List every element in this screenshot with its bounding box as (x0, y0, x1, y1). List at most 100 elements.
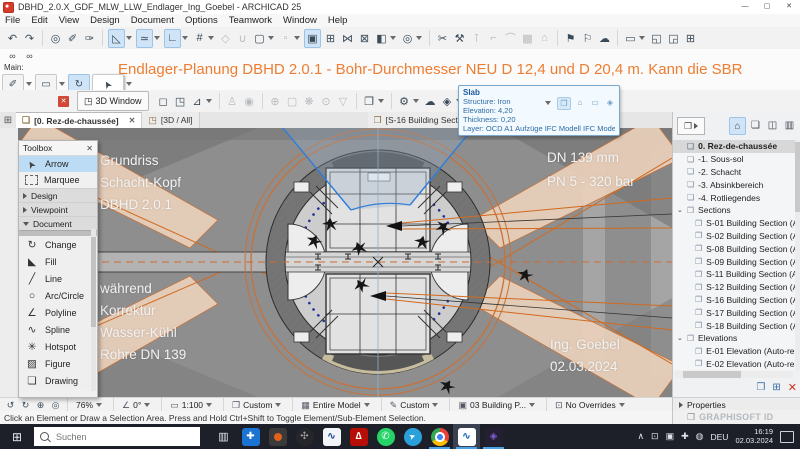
close-button[interactable]: ✕ (778, 0, 800, 14)
dropdown-caret-icon[interactable] (639, 36, 645, 40)
undo-icon[interactable]: ↶ (5, 30, 20, 47)
menu-help[interactable]: Help (328, 15, 348, 26)
section-item[interactable]: ❐S-02 Building Section (Auto- (673, 230, 795, 243)
lamp-icon[interactable]: ❋ (302, 93, 317, 110)
walk-person-icon[interactable]: ♙ (225, 93, 240, 110)
link-icon[interactable]: ∞ (5, 51, 20, 62)
dropdown-caret-icon[interactable] (208, 36, 214, 40)
settings-gear-icon[interactable]: ⚙ (397, 93, 412, 110)
dropdown-caret-icon[interactable] (294, 36, 300, 40)
flag-icon[interactable]: ⚑ (563, 30, 578, 47)
tool-fill[interactable]: ◣Fill (19, 253, 97, 270)
delete-icon[interactable]: ✕ (788, 381, 797, 394)
camera-icon[interactable]: ▢ (285, 93, 300, 110)
story-item[interactable]: ❏-2. Schacht (673, 166, 795, 179)
palette-close-icon[interactable]: ✕ (58, 96, 69, 107)
frame-icon[interactable]: ⊠ (357, 30, 372, 47)
tool-spline[interactable]: ∿Spline (19, 321, 97, 338)
menu-teamwork[interactable]: Teamwork (229, 15, 272, 26)
app-recorder[interactable] (264, 424, 291, 449)
sections-group[interactable]: ⌄❐Sections (673, 204, 795, 217)
publisher-icon[interactable]: ▥ (782, 117, 797, 133)
project-map-icon[interactable]: ⌂ (729, 117, 746, 135)
dropdown-caret-icon[interactable] (154, 36, 160, 40)
tool-polyline[interactable]: ∠Polyline (19, 304, 97, 321)
dropdown-caret-icon[interactable] (59, 82, 65, 86)
paste-story-icon[interactable]: ◲ (666, 30, 681, 47)
app-telegram[interactable]: ➤ (399, 424, 426, 449)
tool-hotspot[interactable]: ✳Hotspot (19, 338, 97, 355)
toolbox-scrollbar[interactable] (91, 229, 96, 391)
task-view-button[interactable]: ▥ (210, 424, 237, 449)
magnify-icon[interactable]: ◎ (49, 399, 62, 411)
dropdown-caret-icon[interactable] (26, 82, 32, 86)
cloud-teamwork-icon[interactable]: ☁ (597, 30, 612, 47)
properties-panel-header[interactable]: Properties (672, 397, 800, 411)
match-icon[interactable]: ⋈ (340, 30, 355, 47)
dropdown-caret-icon[interactable] (126, 36, 132, 40)
layout-book-icon[interactable]: ◫ (765, 117, 780, 133)
snap-grid-icon[interactable]: # (192, 30, 207, 47)
tab-close-icon[interactable]: ✕ (129, 116, 136, 125)
toolbox-section-document[interactable]: Document (19, 216, 97, 230)
tool-arrow[interactable]: ➤ Arrow (19, 156, 97, 172)
minimize-button[interactable]: — (734, 0, 756, 14)
dropdown-caret-icon[interactable] (378, 99, 384, 103)
menu-options[interactable]: Options (185, 15, 218, 26)
structure-display-control[interactable]: ▦Entire Model (297, 400, 376, 411)
app-curve[interactable]: ∿ (318, 424, 345, 449)
elevation-item[interactable]: ❐E-01 Elevation (Auto-rebuild (673, 345, 795, 358)
pet-palette-icon[interactable]: ❐ (557, 97, 571, 110)
layers-icon[interactable]: ❐ (362, 93, 377, 110)
cone-icon[interactable]: ▽ (336, 93, 351, 110)
syringe-icon[interactable]: ✑ (82, 30, 97, 47)
zoom-in-icon[interactable]: ↻ (19, 399, 32, 411)
zoom-level-control[interactable]: 76% (72, 400, 109, 410)
tab-floor-plan[interactable]: ❏ [0. Rez-de-chaussée] ✕ (16, 112, 142, 128)
menu-view[interactable]: View (59, 15, 79, 26)
elevations-group[interactable]: ⌄❐Elevations (673, 332, 795, 345)
cloud-download-icon[interactable]: ☁ (423, 93, 438, 110)
rotation-control[interactable]: ∠0° (118, 400, 157, 411)
navigator-hscrollbar[interactable] (675, 371, 793, 378)
language-indicator[interactable]: DEU (711, 432, 729, 442)
search-input[interactable] (54, 431, 168, 443)
axonometry-icon[interactable]: ⊿ (190, 93, 205, 110)
section-item[interactable]: ❐S-16 Building Section (Auto- (673, 294, 795, 307)
gravity-icon[interactable]: ◇ (218, 30, 233, 47)
tool-drawing[interactable]: ❏Drawing (19, 372, 97, 389)
story-item[interactable]: ❏0. Rez-de-chaussée (673, 140, 795, 153)
tab-overview-icon[interactable]: ⊞ (0, 112, 16, 128)
maximize-button[interactable]: ▢ (756, 0, 778, 14)
app-acrobat[interactable]: ∆ (345, 424, 372, 449)
menu-window[interactable]: Window (283, 15, 317, 26)
fillet-icon[interactable]: ⌒ (503, 30, 518, 47)
graphic-override-control[interactable]: ⊡No Overrides (551, 400, 632, 411)
tool-figure[interactable]: ▨Figure (19, 355, 97, 372)
copy-story-icon[interactable]: ◱ (649, 30, 664, 47)
layer-combination-control[interactable]: ❐Custom (228, 400, 288, 411)
toolbox-section-design[interactable]: Design (19, 188, 97, 202)
view-map-icon[interactable]: ❏ (748, 117, 763, 133)
rotated-grid-icon[interactable]: ▣ (304, 29, 321, 48)
notification-center-icon[interactable] (780, 431, 794, 443)
section-item[interactable]: ❐S-12 Building Section (Auto- (673, 281, 795, 294)
resize-icon[interactable]: ▩ (520, 30, 535, 47)
wall-reference-icon[interactable]: ▭ (623, 30, 638, 47)
corner-icon[interactable]: ⌐ (486, 30, 501, 47)
eye-icon[interactable]: ◉ (242, 93, 257, 110)
app-archicad[interactable]: ∿ (453, 424, 480, 449)
zoom-pick-icon[interactable]: ◎ (48, 30, 63, 47)
magnet-icon[interactable]: ∪ (235, 30, 250, 47)
clock[interactable]: 16:19 02.03.2024 (735, 428, 773, 445)
cube-3d-icon[interactable]: ◳ (173, 93, 188, 110)
app-medkit[interactable]: ✚ (237, 424, 264, 449)
drawing-canvas[interactable]: Grundriss Schacht-Kopf DBHD 2.0.1 währen… (18, 128, 672, 397)
section-item[interactable]: ❐S-17 Building Section (Auto- (673, 306, 795, 319)
app-chrome[interactable] (426, 424, 453, 449)
eyedropper-icon[interactable]: ✐ (65, 30, 80, 47)
app-purple[interactable]: ◈ (480, 424, 507, 449)
dropdown-caret-icon[interactable] (268, 36, 274, 40)
zoom-out-icon[interactable]: ↺ (4, 399, 17, 411)
dropdown-caret-icon[interactable] (545, 101, 551, 105)
